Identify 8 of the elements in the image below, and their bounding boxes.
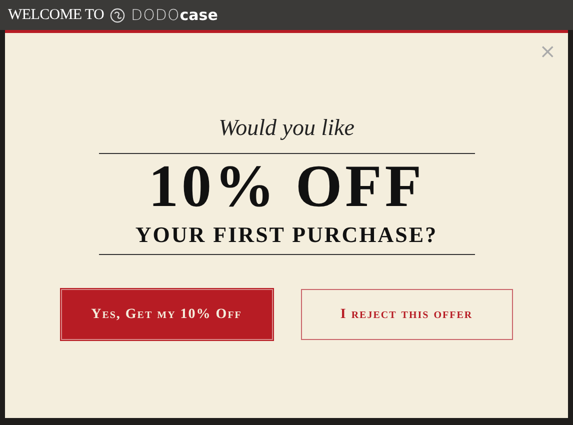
offer-headline: 10% OFF xyxy=(148,158,424,214)
welcome-text: WELCOME TO xyxy=(8,6,104,24)
offer-subheadline: YOUR FIRST PURCHASE? xyxy=(135,222,438,248)
intro-text: Would you like xyxy=(218,115,354,141)
brand-name: DODOcase xyxy=(131,6,218,24)
accept-button[interactable]: Yes, Get my 10% Off xyxy=(60,289,272,340)
reject-button[interactable]: I reject this offer xyxy=(300,289,512,340)
logo-icon xyxy=(110,8,126,22)
